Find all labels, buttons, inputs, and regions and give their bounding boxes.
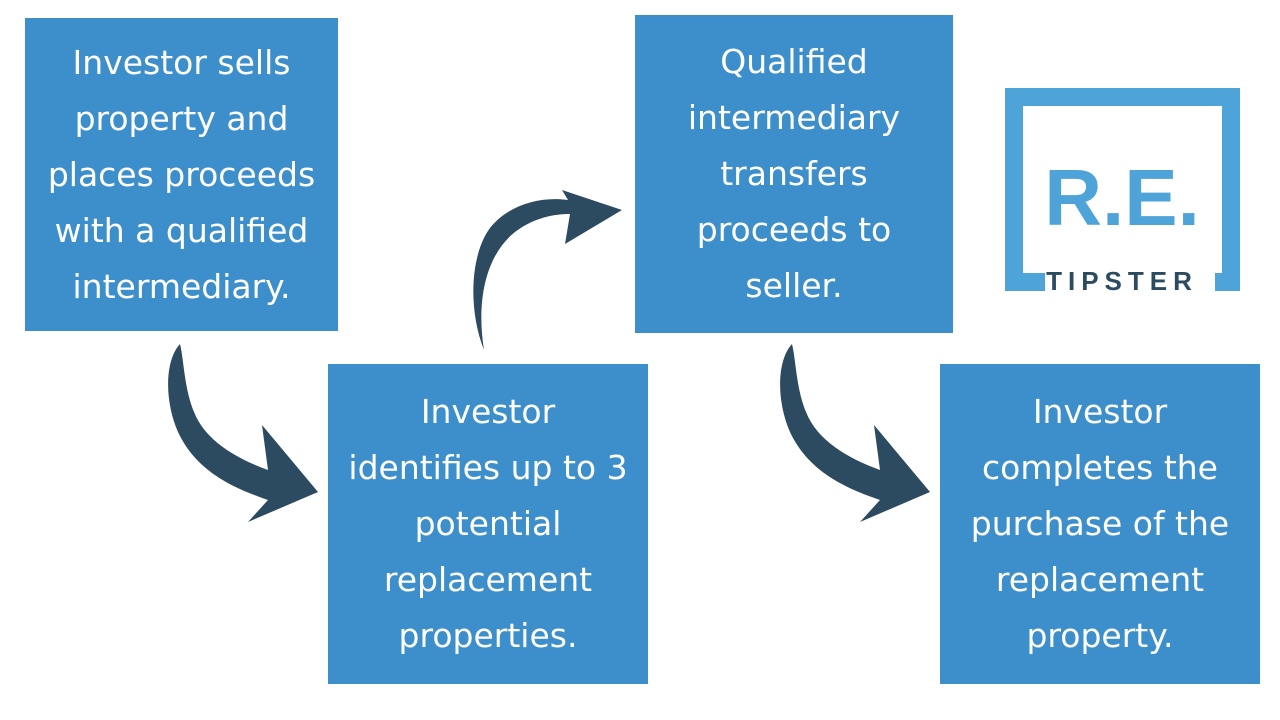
re-tipster-logo: R.E. TIPSTER (1005, 88, 1240, 291)
arrow-step3-to-step4-icon (780, 344, 930, 522)
arrow-step2-to-step3-icon (473, 190, 622, 350)
arrow-step1-to-step2-icon (168, 344, 318, 522)
logo-mark: R.E. (1044, 153, 1200, 242)
logo-word: TIPSTER (1046, 266, 1198, 291)
